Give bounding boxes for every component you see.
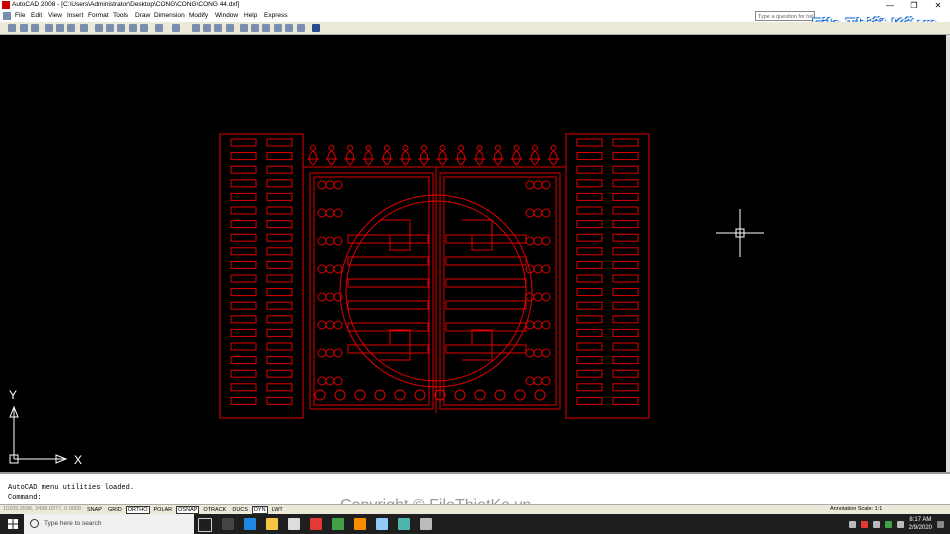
task-view-icon[interactable] — [198, 518, 212, 532]
command-history: AutoCAD menu utilities loaded. — [8, 484, 135, 492]
coordinate-readout[interactable]: 10205.0596, 3498.0377, 0.0000 — [3, 506, 81, 512]
menu-modify[interactable]: Modify — [189, 12, 208, 19]
clock-date: 2/9/2020 — [908, 525, 932, 531]
autocad-taskbar-icon[interactable] — [398, 518, 410, 530]
menu-format[interactable]: Format — [88, 12, 109, 19]
gate-drawing: Y X — [9, 133, 764, 467]
menu-edit[interactable]: Edit — [31, 12, 42, 19]
drawing-canvas[interactable]: Y X — [0, 35, 946, 472]
toggle-osnap[interactable]: OSNAP — [176, 506, 200, 514]
document-icon[interactable] — [3, 12, 11, 20]
plot-preview-icon[interactable] — [56, 24, 64, 32]
skype-icon[interactable] — [222, 518, 234, 530]
toggle-ducs[interactable]: DUCS — [230, 506, 250, 514]
toggle-dyn[interactable]: DYN — [251, 506, 268, 514]
menu-view[interactable]: View — [48, 12, 62, 19]
publish-icon[interactable] — [67, 24, 75, 32]
annotation-scale[interactable]: Annotation Scale: 1:1 — [830, 506, 882, 512]
windows-taskbar: Type here to search 8:17 AM 2/9/2020 — [0, 514, 950, 534]
network-icon[interactable] — [872, 520, 880, 528]
match-properties-icon[interactable] — [129, 24, 137, 32]
design-center-icon[interactable] — [251, 24, 259, 32]
cut-icon[interactable] — [95, 24, 103, 32]
new-icon[interactable] — [8, 24, 16, 32]
sheet-set-icon[interactable] — [274, 24, 282, 32]
menu-dimension[interactable]: Dimension — [154, 12, 185, 19]
search-placeholder: Type here to search — [44, 520, 102, 527]
undo-icon[interactable] — [155, 24, 163, 32]
drafting-toggles: SNAP GRID ORTHO POLAR OSNAP OTRACK DUCS DYN LWT — [85, 506, 285, 514]
chrome-icon[interactable] — [310, 518, 322, 530]
copy-icon[interactable] — [106, 24, 114, 32]
window-title: AutoCAD 2008 - [C:\Users\Administrator\D… — [12, 1, 240, 8]
menu-file[interactable]: File — [15, 12, 25, 19]
toggle-polar[interactable]: POLAR — [152, 506, 175, 514]
help-question-input[interactable]: Type a question for help — [755, 11, 815, 21]
block-editor-icon[interactable] — [140, 24, 148, 32]
menu-insert[interactable]: Insert — [67, 12, 83, 19]
vertical-scrollbar[interactable] — [946, 35, 950, 472]
help-icon[interactable] — [312, 24, 320, 32]
tray-app2-icon[interactable] — [884, 520, 892, 528]
autocad-app-icon[interactable] — [2, 1, 10, 9]
unikey-icon[interactable] — [354, 518, 366, 530]
onedrive-icon[interactable] — [848, 520, 856, 528]
redo-icon[interactable] — [172, 24, 180, 32]
plot-icon[interactable] — [45, 24, 53, 32]
store-icon[interactable] — [288, 518, 300, 530]
paste-icon[interactable] — [117, 24, 125, 32]
maximize-button[interactable]: ❐ — [902, 0, 926, 11]
minimize-button[interactable]: — — [878, 0, 902, 11]
search-icon — [30, 519, 39, 528]
markup-icon[interactable] — [285, 24, 293, 32]
properties-icon[interactable] — [240, 24, 248, 32]
clock[interactable]: 8:17 AM 2/9/2020 — [909, 516, 932, 532]
pan-icon[interactable] — [192, 24, 200, 32]
toggle-otrack[interactable]: OTRACK — [201, 506, 228, 514]
crosshair-cursor — [716, 209, 764, 257]
menu-draw[interactable]: Draw — [135, 12, 150, 19]
toggle-ortho[interactable]: ORTHO — [125, 506, 150, 514]
file-explorer-icon[interactable] — [266, 518, 278, 530]
tray-app-icon[interactable] — [860, 520, 868, 528]
ucs-x-label: X — [74, 453, 82, 467]
clock-time: 8:17 AM — [909, 517, 932, 523]
zoom-previous-icon[interactable] — [226, 24, 234, 32]
app-icon[interactable] — [376, 518, 388, 530]
ucs-icon — [9, 405, 68, 464]
save-icon[interactable] — [31, 24, 39, 32]
3d-dwf-icon[interactable] — [80, 24, 88, 32]
tool-palettes-icon[interactable] — [262, 24, 270, 32]
quickcalc-icon[interactable] — [297, 24, 305, 32]
zoom-realtime-icon[interactable] — [203, 24, 211, 32]
coccoc-icon[interactable] — [332, 518, 344, 530]
toggle-lwt[interactable]: LWT — [270, 506, 285, 514]
toggle-snap[interactable]: SNAP — [85, 506, 104, 514]
command-prompt[interactable]: Command: — [8, 494, 42, 502]
edge-icon[interactable] — [244, 518, 256, 530]
menu-window[interactable]: Window — [215, 12, 238, 19]
menu-tools[interactable]: Tools — [113, 12, 128, 19]
toggle-grid[interactable]: GRID — [106, 506, 124, 514]
title-bar: AutoCAD 2008 - [C:\Users\Administrator\D… — [0, 0, 950, 11]
system-tray: 8:17 AM 2/9/2020 — [848, 516, 944, 532]
close-button[interactable]: ✕ — [926, 0, 950, 11]
taskbar-search[interactable]: Type here to search — [24, 514, 194, 534]
notifications-icon[interactable] — [937, 520, 944, 528]
menu-express[interactable]: Express — [264, 12, 287, 19]
standard-toolbar — [0, 22, 950, 35]
windows-start-icon[interactable] — [8, 519, 18, 529]
app2-icon[interactable] — [420, 518, 432, 530]
volume-icon[interactable] — [896, 520, 904, 528]
open-icon[interactable] — [20, 24, 28, 32]
ucs-y-label: Y — [9, 388, 17, 402]
zoom-window-icon[interactable] — [214, 24, 222, 32]
menu-help[interactable]: Help — [244, 12, 257, 19]
